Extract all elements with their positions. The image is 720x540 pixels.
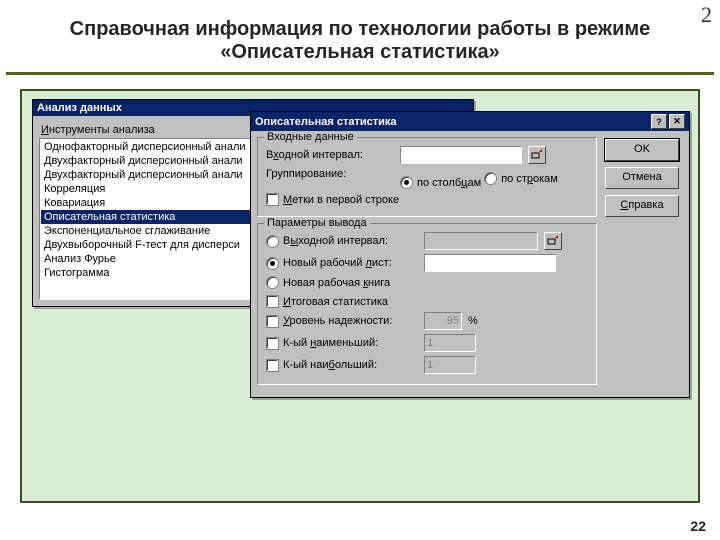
help-button[interactable]: Справка: [605, 195, 679, 217]
kth-largest-field: [424, 356, 476, 374]
kth-smallest-field: [424, 334, 476, 352]
list-item[interactable]: Двухвыборочный F-тест для дисперси: [41, 238, 271, 252]
page-title: Справочная информация по технологии рабо…: [0, 0, 720, 72]
list-item[interactable]: Ковариация: [41, 196, 271, 210]
labels-first-row-check[interactable]: Метки в первой строке: [266, 193, 399, 206]
output-legend: Параметры вывода: [264, 217, 370, 229]
list-item[interactable]: Анализ Фурье: [41, 252, 271, 266]
grouping-label: Группирование:: [266, 168, 394, 180]
dialog-title: Описательная статистика: [255, 116, 397, 128]
list-item-selected[interactable]: Описательная статистика: [41, 210, 271, 224]
output-range-field: [424, 232, 538, 250]
close-icon[interactable]: ✕: [669, 114, 685, 129]
corner-number: 2: [701, 2, 712, 28]
refedit-icon[interactable]: [528, 146, 546, 164]
title-rule: [6, 72, 714, 75]
page-number: 22: [690, 518, 706, 534]
tools-listbox[interactable]: Однофакторный дисперсионный анали Двухфа…: [39, 138, 273, 300]
output-groupbox: Параметры вывода Выходной интервал: Новы…: [257, 223, 597, 385]
tools-label-u: И: [41, 124, 49, 136]
screenshot-area: Анализ данных Инструменты анализа Однофа…: [20, 89, 700, 503]
new-book-radio[interactable]: Новая рабочая книга: [266, 276, 390, 289]
confidence-check[interactable]: Уровень надежности:: [266, 315, 418, 328]
new-sheet-field[interactable]: [424, 254, 556, 272]
tools-label: нструменты анализа: [49, 124, 155, 136]
new-sheet-radio[interactable]: Новый рабочий лист:: [266, 257, 418, 270]
input-range-label: Входной интервал:: [266, 149, 394, 161]
list-item[interactable]: Однофакторный дисперсионный анали: [41, 140, 271, 154]
cancel-button[interactable]: Отмена: [605, 167, 679, 189]
confidence-field: [424, 312, 462, 330]
list-item[interactable]: Корреляция: [41, 182, 271, 196]
descriptive-stats-dialog: Описательная статистика ? ✕ Входные данн…: [250, 111, 690, 398]
input-legend: Входные данные: [264, 131, 357, 143]
input-range-field[interactable]: [400, 146, 522, 164]
kth-smallest-check[interactable]: К-ый наименьший:: [266, 337, 418, 350]
list-item[interactable]: Двухфакторный дисперсионный анали: [41, 168, 271, 182]
list-item[interactable]: Экспоненциальное сглаживание: [41, 224, 271, 238]
ok-button[interactable]: OK: [605, 139, 679, 161]
list-item[interactable]: Гистограмма: [41, 266, 271, 280]
percent-label: %: [468, 315, 478, 327]
kth-largest-check[interactable]: К-ый наибольший:: [266, 359, 418, 372]
help-icon[interactable]: ?: [651, 114, 667, 129]
input-groupbox: Входные данные Входной интервал: Группир…: [257, 137, 597, 217]
dialog-title: Анализ данных: [37, 102, 122, 114]
dialog-titlebar[interactable]: Описательная статистика ? ✕: [251, 112, 689, 131]
output-range-radio[interactable]: Выходной интервал:: [266, 235, 418, 248]
summary-stats-check[interactable]: Итоговая статистика: [266, 295, 388, 308]
refedit-icon[interactable]: [544, 232, 562, 250]
list-item[interactable]: Двухфакторный дисперсионный анали: [41, 154, 271, 168]
by-columns-radio[interactable]: по столбцам: [400, 176, 481, 189]
by-rows-radio[interactable]: по строкам: [484, 172, 558, 185]
